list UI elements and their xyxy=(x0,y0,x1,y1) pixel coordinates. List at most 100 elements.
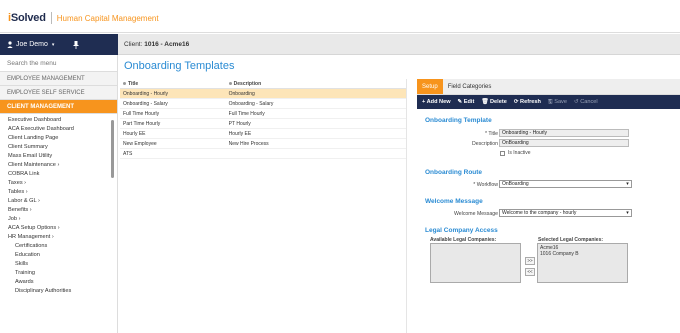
cell-title: Onboarding - Salary xyxy=(123,101,168,107)
workflow-value: OnBoarding xyxy=(502,181,529,187)
cell-description: PT Hourly xyxy=(228,121,251,127)
available-companies-list[interactable] xyxy=(430,243,521,283)
user-icon xyxy=(7,41,13,48)
sidebar-item-hr-management[interactable]: HR Management › xyxy=(0,233,117,242)
sort-icon xyxy=(123,82,126,86)
cell-description: New Hire Process xyxy=(228,141,269,147)
workflow-label: * Workflow xyxy=(473,182,498,188)
move-left-button[interactable]: << xyxy=(525,268,535,276)
sidebar-item-aca-executive-dashboard[interactable]: ACA Executive Dashboard xyxy=(0,125,117,134)
logo-divider xyxy=(50,12,52,24)
chevron-down-icon: ▾ xyxy=(626,181,629,187)
section-employee-management[interactable]: EMPLOYEE MANAGEMENT xyxy=(0,72,117,86)
description-label: Description xyxy=(472,141,498,147)
is-inactive-label: Is Inactive xyxy=(508,150,531,156)
sidebar: Search the menu EMPLOYEE MANAGEMENT EMPL… xyxy=(0,55,118,333)
welcome-message-select[interactable]: Welcome to the company - hourly ▾ xyxy=(499,209,632,217)
grid-header: Title Description xyxy=(120,79,406,89)
sidebar-item-taxes[interactable]: Taxes › xyxy=(0,179,117,188)
sidebar-item-client-summary[interactable]: Client Summary xyxy=(0,143,117,152)
table-row[interactable]: Full Time Hourly Full Time Hourly xyxy=(120,109,406,119)
chevron-down-icon: ▾ xyxy=(626,210,629,216)
section-onboarding-route: Onboarding Route xyxy=(425,169,483,176)
client-indicator: Client: 1016 - Acme16 xyxy=(124,41,189,48)
sidebar-item-client-maintenance[interactable]: Client Maintenance › xyxy=(0,161,117,170)
save-button[interactable]: 🖫 Save xyxy=(548,97,567,107)
sidebar-item-client-landing-page[interactable]: Client Landing Page xyxy=(0,134,117,143)
section-onboarding-template: Onboarding Template xyxy=(425,117,492,124)
menu-search-input[interactable]: Search the menu xyxy=(0,55,117,72)
cell-title: Onboarding - Hourly xyxy=(123,91,169,97)
col-header-description[interactable]: Description xyxy=(226,79,406,88)
refresh-button[interactable]: ⟳ Refresh xyxy=(514,99,541,105)
welcome-message-value: Welcome to the company - hourly xyxy=(502,210,577,216)
move-right-button[interactable]: >> xyxy=(525,257,535,265)
cell-description: Onboarding xyxy=(228,91,255,97)
sidebar-item-cobra-link[interactable]: COBRA Link xyxy=(0,170,117,179)
cell-title: Part Time Hourly xyxy=(123,121,161,127)
table-row[interactable]: Hourly EE Hourly EE xyxy=(120,129,406,139)
user-menu[interactable]: Joe Demo ▾ xyxy=(0,34,118,55)
col-header-title[interactable]: Title xyxy=(120,79,226,88)
pin-icon[interactable] xyxy=(73,40,79,49)
panel-tabs: Setup Field Categories xyxy=(417,79,680,95)
cell-title: ATS xyxy=(123,151,133,157)
cell-description xyxy=(226,149,406,158)
sidebar-subitem-awards[interactable]: Awards xyxy=(0,278,117,287)
templates-grid: Title Description Onboarding - Hourly Onb… xyxy=(120,79,407,333)
edit-button[interactable]: ✎ Edit xyxy=(458,99,475,105)
sort-icon xyxy=(228,82,232,86)
description-field[interactable]: OnBoarding xyxy=(499,139,629,147)
section-welcome-message: Welcome Message xyxy=(425,198,483,205)
user-name: Joe Demo xyxy=(16,41,48,48)
list-item[interactable]: 1016 Company B xyxy=(540,251,625,257)
cell-description: Hourly EE xyxy=(228,131,252,137)
sidebar-item-benefits[interactable]: Benefits › xyxy=(0,206,117,215)
page-title: Onboarding Templates xyxy=(124,60,235,72)
sidebar-item-labor-gl[interactable]: Labor & GL › xyxy=(0,197,117,206)
workflow-select[interactable]: OnBoarding ▾ xyxy=(499,180,632,188)
sidebar-subitem-certifications[interactable]: Certifications xyxy=(0,242,117,251)
product-name: Human Capital Management xyxy=(56,13,159,23)
cell-title: New Employee xyxy=(123,141,157,147)
sidebar-item-job[interactable]: Job › xyxy=(0,215,117,224)
sidebar-item-mass-email-utility[interactable]: Mass Email Utility xyxy=(0,152,117,161)
section-legal-company-access: Legal Company Access xyxy=(425,227,498,234)
welcome-message-label: Welcome Message xyxy=(453,211,498,217)
cell-description: Full Time Hourly xyxy=(228,111,265,117)
title-field[interactable]: Onboarding - Hourly xyxy=(499,129,629,137)
sidebar-subitem-disciplinary-authorities[interactable]: Disciplinary Authorities xyxy=(0,287,117,296)
cancel-button[interactable]: ↺ Cancel xyxy=(574,99,598,105)
client-value: 1016 - Acme16 xyxy=(144,41,190,48)
sidebar-subitem-skills[interactable]: Skills xyxy=(0,260,117,269)
is-inactive-checkbox[interactable] xyxy=(500,151,505,156)
cell-title: Full Time Hourly xyxy=(123,111,160,117)
isolved-logo[interactable]: iSolved Human Capital Management xyxy=(8,12,159,24)
table-row[interactable]: ATS xyxy=(120,149,406,159)
add-new-button[interactable]: + Add New xyxy=(422,99,451,105)
client-management-items: Executive Dashboard ACA Executive Dashbo… xyxy=(0,114,117,296)
table-row[interactable]: Part Time Hourly PT Hourly xyxy=(120,119,406,129)
col-title-label: Title xyxy=(128,81,139,87)
section-client-management[interactable]: CLIENT MANAGEMENT xyxy=(0,100,117,114)
table-row[interactable]: New Employee New Hire Process xyxy=(120,139,406,149)
sidebar-item-executive-dashboard[interactable]: Executive Dashboard xyxy=(0,116,117,125)
sidebar-item-tables[interactable]: Tables › xyxy=(0,188,117,197)
cell-title: Hourly EE xyxy=(123,131,146,137)
tab-field-categories[interactable]: Field Categories xyxy=(443,79,497,94)
tab-setup[interactable]: Setup xyxy=(417,79,443,94)
col-desc-label: Description xyxy=(233,81,262,87)
client-label: Client: xyxy=(124,41,143,48)
sidebar-subitem-training[interactable]: Training xyxy=(0,269,117,278)
section-employee-self-service[interactable]: EMPLOYEE SELF SERVICE xyxy=(0,86,117,100)
selected-companies-list[interactable]: Acme16 1016 Company B xyxy=(537,243,628,283)
panel-toolbar: + Add New ✎ Edit 🗑 Delete ⟳ Refresh 🖫 Sa… xyxy=(417,95,680,109)
chevron-down-icon: ▾ xyxy=(51,41,55,48)
table-row[interactable]: Onboarding - Hourly Onboarding xyxy=(120,89,406,99)
sidebar-item-aca-setup-options[interactable]: ACA Setup Options › xyxy=(0,224,117,233)
delete-button[interactable]: 🗑 Delete xyxy=(481,99,506,105)
table-row[interactable]: Onboarding - Salary Onboarding - Salary xyxy=(120,99,406,109)
sidebar-scrollbar[interactable] xyxy=(111,120,114,178)
logo-solved: Solved xyxy=(10,12,46,24)
sidebar-subitem-education[interactable]: Education xyxy=(0,251,117,260)
